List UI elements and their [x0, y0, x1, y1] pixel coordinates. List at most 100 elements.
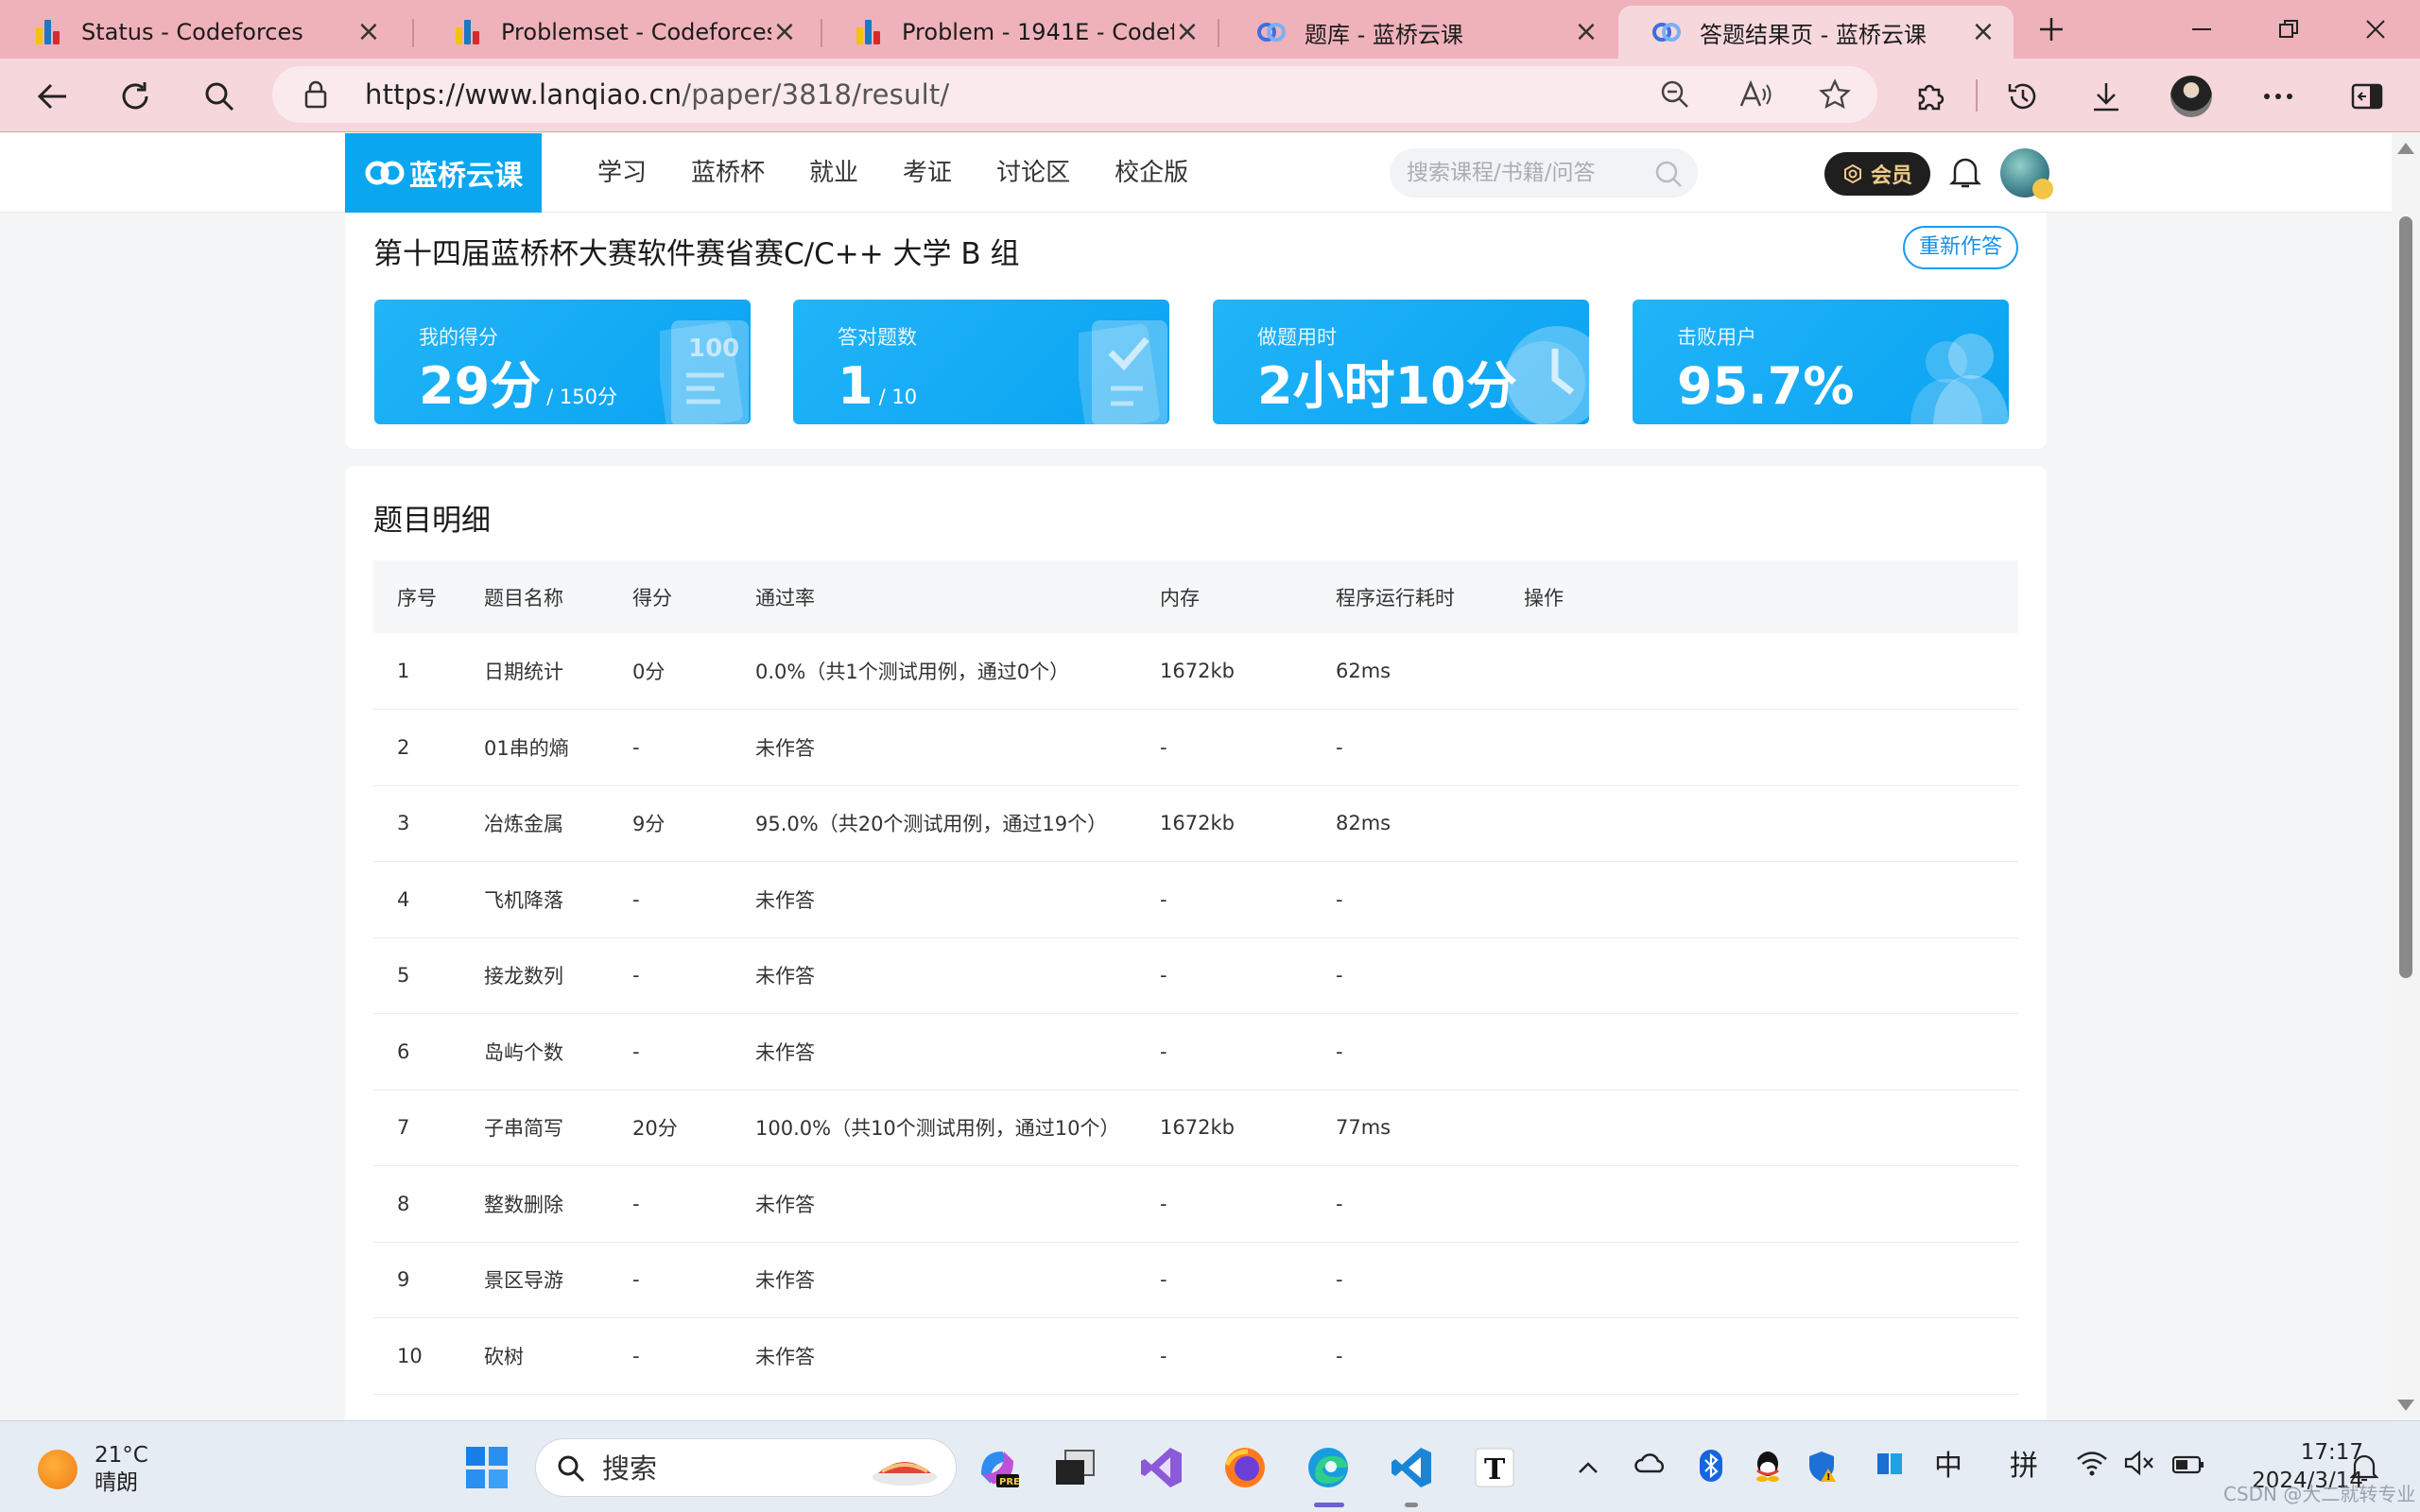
nav-item-lanqiao-cup[interactable]: 蓝桥杯 — [691, 133, 765, 213]
tab-problem-1941e[interactable]: Problem - 1941E - Codeforc × — [821, 6, 1218, 59]
scroll-thumb[interactable] — [2399, 216, 2412, 978]
checklist-icon — [1079, 320, 1167, 424]
cell-memory: - — [1160, 1165, 1336, 1243]
weather-widget[interactable]: 21°C 晴朗 — [38, 1442, 148, 1497]
cell-score: 0分 — [632, 633, 755, 710]
cell-index: 3 — [373, 785, 484, 862]
reload-button[interactable] — [109, 70, 162, 123]
visual-studio-icon[interactable] — [1138, 1444, 1185, 1491]
history-button[interactable] — [1996, 70, 2049, 123]
start-button[interactable] — [463, 1444, 510, 1491]
onedrive-icon[interactable] — [1634, 1450, 1668, 1484]
profile-button[interactable] — [2165, 70, 2218, 123]
back-button[interactable] — [26, 70, 79, 123]
more-menu-button[interactable] — [2252, 70, 2305, 123]
retry-button[interactable]: 重新作答 — [1903, 226, 2018, 269]
page-scrollbar[interactable] — [2392, 133, 2420, 1420]
wifi-icon[interactable] — [2076, 1450, 2108, 1485]
tab-title: Problemset - Codeforces — [501, 19, 771, 45]
stat-time-used: 做题用时 2小时10分 — [1213, 300, 1589, 424]
col-header-runtime: 程序运行耗时 — [1336, 560, 1524, 633]
search-page-button[interactable] — [193, 70, 246, 123]
cell-action[interactable] — [1524, 861, 2018, 938]
nav-item-learn[interactable]: 学习 — [597, 133, 647, 213]
security-shield-icon[interactable]: ! — [1807, 1450, 1840, 1492]
tab-tiku-lanqiao[interactable]: 题库 - 蓝桥云课 × — [1223, 6, 1616, 59]
cell-action[interactable] — [1524, 1013, 2018, 1091]
scroll-down-arrow-icon[interactable] — [2397, 1400, 2414, 1411]
copilot-app-icon[interactable]: PRE — [974, 1444, 1021, 1491]
vip-button[interactable]: 会员 — [1824, 152, 1930, 196]
site-logo[interactable]: 蓝桥云课 — [345, 133, 542, 213]
close-icon[interactable]: × — [771, 18, 798, 46]
tab-problemset-codeforces[interactable]: Problemset - Codeforces × — [420, 6, 815, 59]
taskbar-search-input[interactable]: 搜索 — [535, 1438, 957, 1497]
nav-item-jobs[interactable]: 就业 — [809, 133, 858, 213]
ime-pinyin-indicator[interactable]: 拼 — [2010, 1450, 2038, 1484]
extensions-button[interactable] — [1904, 70, 1957, 123]
new-tab-button[interactable] — [2012, 0, 2091, 59]
back-arrow-icon — [37, 83, 66, 110]
cell-action[interactable] — [1524, 633, 2018, 710]
minimize-button[interactable] — [2159, 0, 2244, 59]
user-avatar[interactable] — [2000, 148, 2053, 199]
read-aloud-icon[interactable] — [1739, 79, 1772, 110]
tab-result-lanqiao[interactable]: 答题结果页 - 蓝桥云课 × — [1618, 6, 2014, 59]
close-icon[interactable]: × — [1174, 18, 1201, 46]
cell-name: 冶炼金属 — [484, 785, 632, 862]
cell-runtime: - — [1336, 1317, 1524, 1395]
search-icon[interactable] — [1654, 160, 1683, 188]
url-text[interactable]: https://www.lanqiao.cn/paper/3818/result… — [365, 66, 949, 123]
downloads-button[interactable] — [2080, 70, 2133, 123]
scroll-up-arrow-icon[interactable] — [2397, 143, 2414, 154]
cell-index: 2 — [373, 709, 484, 786]
sun-icon — [38, 1450, 78, 1489]
volume-muted-icon[interactable] — [2123, 1450, 2155, 1485]
cell-name: 子串简写 — [484, 1090, 632, 1166]
bell-icon[interactable] — [1949, 154, 1981, 190]
favorite-star-icon[interactable] — [1819, 78, 1851, 111]
edge-browser-icon[interactable] — [1305, 1444, 1352, 1491]
cell-runtime: 77ms — [1336, 1090, 1524, 1166]
ime-chinese-indicator[interactable]: 中 — [1934, 1450, 1962, 1484]
vscode-icon[interactable] — [1388, 1444, 1435, 1491]
site-header: 蓝桥云课 学习 蓝桥杯 就业 考证 讨论区 校企版 搜索课程/书籍/问答 会员 — [0, 133, 2392, 213]
col-header-pass-rate: 通过率 — [755, 560, 1160, 633]
col-header-memory: 内存 — [1160, 560, 1336, 633]
minimize-icon — [2192, 28, 2211, 30]
sidebar-toggle-button[interactable] — [2341, 70, 2394, 123]
bluetooth-icon[interactable] — [1700, 1450, 1722, 1490]
show-hidden-icons[interactable] — [1577, 1450, 1599, 1484]
nav-item-enterprise[interactable]: 校企版 — [1115, 133, 1188, 213]
address-bar[interactable]: https://www.lanqiao.cn/paper/3818/result… — [272, 66, 1877, 123]
lanqiao-logo-icon — [364, 159, 406, 187]
restore-button[interactable] — [2246, 0, 2331, 59]
cell-action[interactable] — [1524, 1317, 2018, 1395]
cell-name: 日期统计 — [484, 633, 632, 710]
tab-status-codeforces[interactable]: Status - Codeforces × — [0, 6, 399, 59]
stat-sub: / 10 — [878, 386, 918, 408]
cell-runtime: 62ms — [1336, 633, 1524, 710]
cell-score: - — [632, 1013, 755, 1091]
app-tray-icon[interactable] — [1876, 1450, 1904, 1486]
nav-item-certificates[interactable]: 考证 — [903, 133, 952, 213]
close-icon[interactable]: × — [1970, 18, 1996, 46]
task-view-icon[interactable] — [1051, 1444, 1098, 1491]
zoom-out-icon[interactable] — [1660, 79, 1690, 110]
qq-icon[interactable] — [1753, 1450, 1783, 1490]
close-icon[interactable]: × — [1573, 18, 1599, 46]
battery-icon[interactable] — [2171, 1450, 2204, 1484]
plus-icon — [2040, 18, 2063, 41]
firefox-icon[interactable] — [1221, 1444, 1269, 1491]
cell-action[interactable] — [1524, 785, 2018, 862]
close-window-button[interactable] — [2333, 0, 2418, 59]
cell-action[interactable] — [1524, 1242, 2018, 1318]
cell-action[interactable] — [1524, 1165, 2018, 1243]
cell-action[interactable] — [1524, 709, 2018, 786]
close-icon[interactable]: × — [355, 18, 382, 46]
cell-action[interactable] — [1524, 1090, 2018, 1166]
typora-icon[interactable]: T — [1471, 1444, 1518, 1491]
nav-item-forum[interactable]: 讨论区 — [996, 133, 1070, 213]
site-search-input[interactable]: 搜索课程/书籍/问答 — [1390, 148, 1698, 198]
cell-action[interactable] — [1524, 937, 2018, 1014]
